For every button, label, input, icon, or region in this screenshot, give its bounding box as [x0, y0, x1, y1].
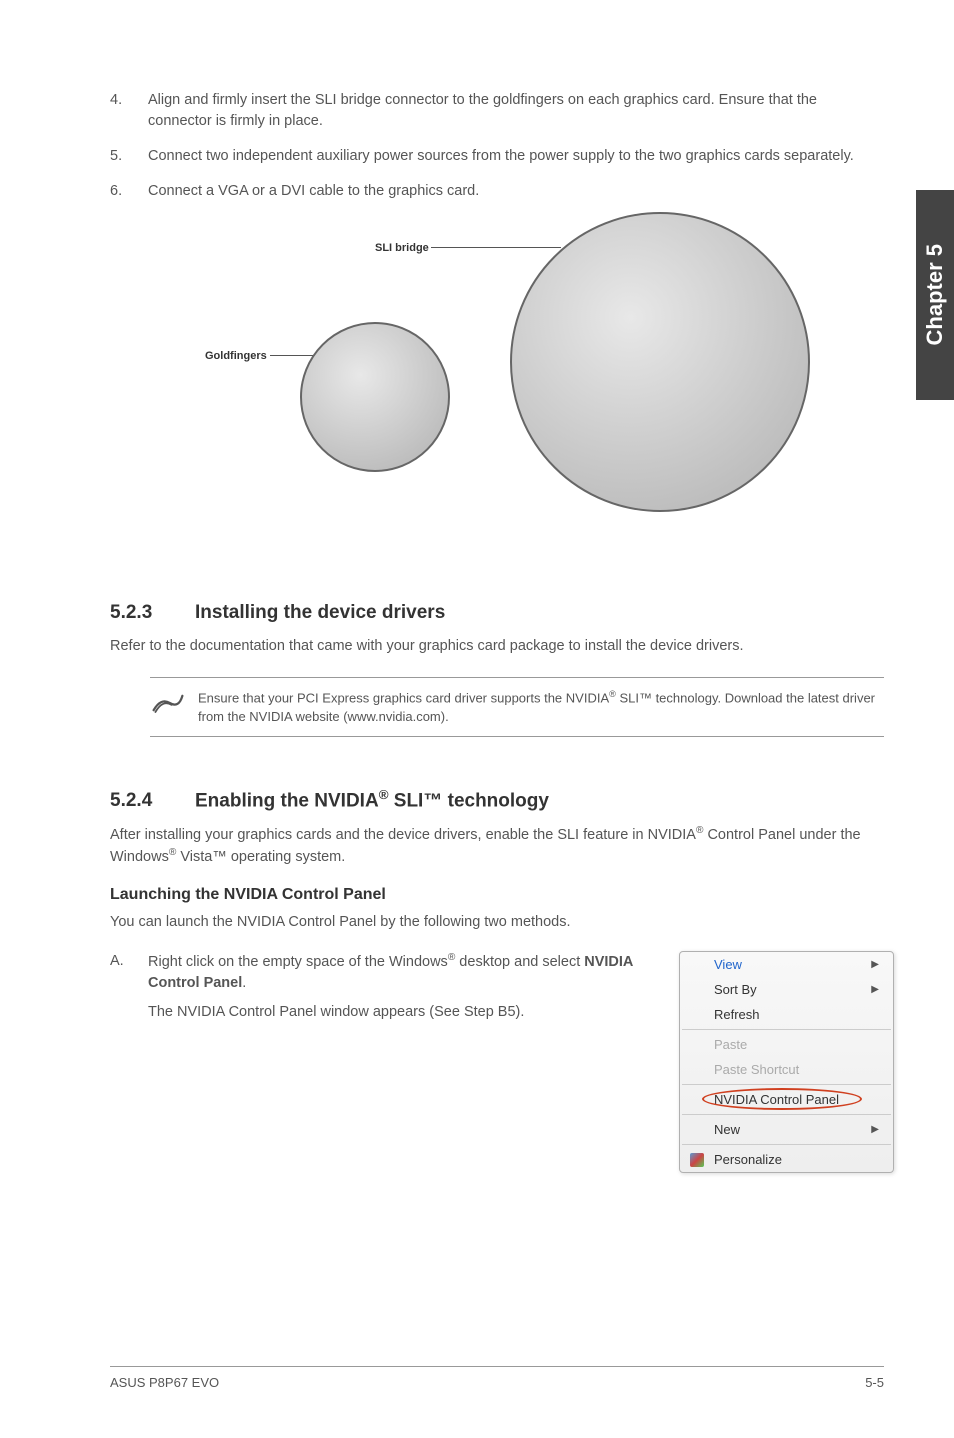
- personalize-icon: [690, 1153, 704, 1167]
- goldfingers-label: Goldfingers: [205, 350, 267, 362]
- footer-page-number: 5-5: [865, 1375, 884, 1390]
- context-menu: View ▶ Sort By ▶ Refresh Paste Paste Sho…: [679, 951, 894, 1173]
- menu-view[interactable]: View ▶: [680, 952, 893, 977]
- note-box: Ensure that your PCI Express graphics ca…: [150, 677, 884, 737]
- step-number: 5.: [110, 146, 148, 167]
- menu-nvidia-control-panel[interactable]: NVIDIA Control Panel: [680, 1087, 893, 1112]
- menu-paste: Paste: [680, 1032, 893, 1057]
- step-4: 4. Align and firmly insert the SLI bridg…: [110, 90, 884, 132]
- chapter-side-tab: Chapter 5: [916, 190, 954, 400]
- left-column: A. Right click on the empty space of the…: [110, 951, 649, 1173]
- step-number: 6.: [110, 181, 148, 202]
- submenu-arrow-icon: ▶: [871, 1124, 879, 1135]
- right-column: View ▶ Sort By ▶ Refresh Paste Paste Sho…: [679, 951, 884, 1173]
- callout-line: [270, 355, 315, 356]
- item-a-line2: The NVIDIA Control Panel window appears …: [148, 1002, 649, 1023]
- step-5: 5. Connect two independent auxiliary pow…: [110, 146, 884, 167]
- submenu-arrow-icon: ▶: [871, 984, 879, 995]
- graphics-cards-circle: [510, 212, 810, 512]
- sli-diagram: SLI bridge Goldfingers: [110, 222, 884, 552]
- chapter-side-tab-label: Chapter 5: [922, 244, 948, 345]
- section-heading-524: 5.2.4Enabling the NVIDIA® SLI™ technolog…: [110, 787, 884, 812]
- two-column-layout: A. Right click on the empty space of the…: [110, 951, 884, 1173]
- menu-refresh[interactable]: Refresh: [680, 1002, 893, 1027]
- menu-new[interactable]: New ▶: [680, 1117, 893, 1142]
- section-title-p1: Enabling the NVIDIA: [195, 790, 379, 811]
- callout-line: [431, 247, 561, 248]
- step-text: Connect two independent auxiliary power …: [148, 146, 884, 167]
- section-523-body: Refer to the documentation that came wit…: [110, 636, 884, 657]
- section-heading-523: 5.2.3Installing the device drivers: [110, 602, 884, 624]
- section-title-p2: SLI™ technology: [389, 790, 549, 811]
- menu-paste-shortcut: Paste Shortcut: [680, 1057, 893, 1082]
- page-footer: ASUS P8P67 EVO 5-5: [110, 1366, 884, 1390]
- section-title: Installing the device drivers: [195, 602, 445, 623]
- item-a: A. Right click on the empty space of the…: [110, 951, 649, 994]
- subsection-heading: Launching the NVIDIA Control Panel: [110, 886, 884, 904]
- step-number: 4.: [110, 90, 148, 132]
- note-text: Ensure that your PCI Express graphics ca…: [198, 688, 884, 726]
- section-number: 5.2.3: [110, 602, 195, 624]
- menu-separator: [682, 1114, 891, 1115]
- footer-product: ASUS P8P67 EVO: [110, 1375, 219, 1390]
- note-icon: [150, 688, 198, 726]
- step-text: Align and firmly insert the SLI bridge c…: [148, 90, 884, 132]
- goldfingers-zoom-circle: [300, 322, 450, 472]
- submenu-arrow-icon: ▶: [871, 959, 879, 970]
- section-number: 5.2.4: [110, 790, 195, 812]
- menu-separator: [682, 1029, 891, 1030]
- menu-personalize[interactable]: Personalize: [680, 1147, 893, 1172]
- menu-separator: [682, 1084, 891, 1085]
- page-content: 4. Align and firmly insert the SLI bridg…: [0, 0, 954, 1173]
- menu-sort-by[interactable]: Sort By ▶: [680, 977, 893, 1002]
- menu-separator: [682, 1144, 891, 1145]
- item-letter: A.: [110, 951, 148, 994]
- item-a-text: Right click on the empty space of the Wi…: [148, 951, 649, 994]
- sli-bridge-label: SLI bridge: [375, 242, 429, 254]
- step-6: 6. Connect a VGA or a DVI cable to the g…: [110, 181, 884, 202]
- numbered-steps: 4. Align and firmly insert the SLI bridg…: [110, 90, 884, 202]
- section-524-body: After installing your graphics cards and…: [110, 824, 884, 868]
- subsection-intro: You can launch the NVIDIA Control Panel …: [110, 912, 884, 933]
- step-text: Connect a VGA or a DVI cable to the grap…: [148, 181, 884, 202]
